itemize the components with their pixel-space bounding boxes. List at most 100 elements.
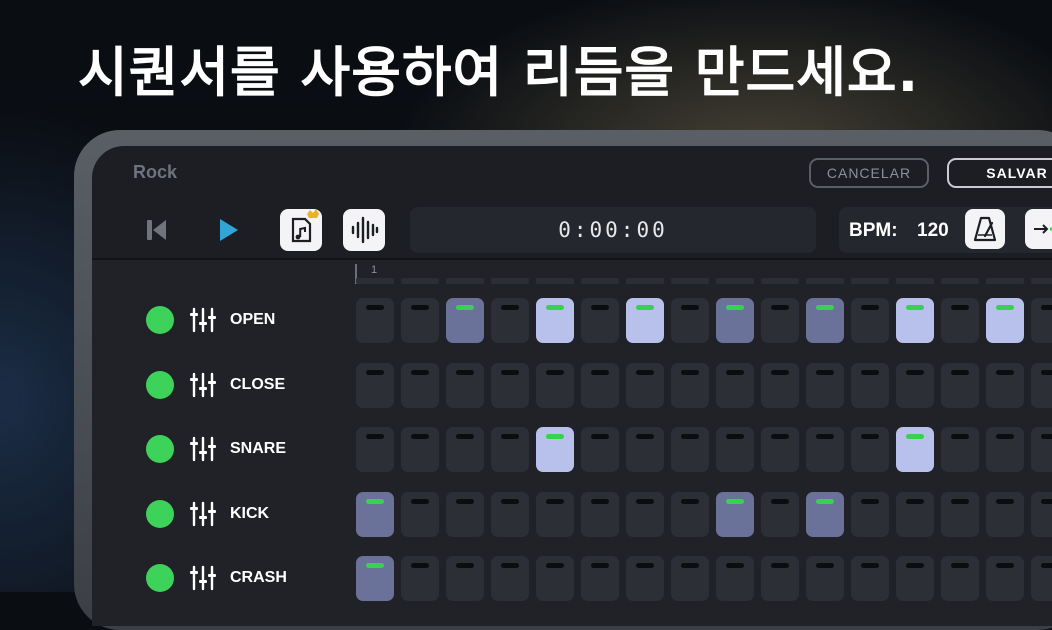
step-pad[interactable]	[806, 298, 844, 343]
track-enable-toggle[interactable]	[146, 499, 174, 528]
step-pad[interactable]	[851, 556, 889, 601]
step-pad[interactable]	[716, 556, 754, 601]
step-pad[interactable]	[851, 298, 889, 343]
step-pad[interactable]	[626, 556, 664, 601]
step-pad[interactable]	[1031, 362, 1052, 408]
step-pad[interactable]	[401, 427, 439, 472]
step-pad[interactable]	[536, 362, 574, 408]
cancel-button[interactable]: CANCELAR	[809, 158, 929, 188]
step-pad[interactable]	[671, 556, 709, 601]
step-pad[interactable]	[851, 427, 889, 472]
step-pad[interactable]	[536, 556, 574, 601]
step-pad[interactable]	[761, 556, 799, 601]
step-pad[interactable]	[761, 427, 799, 472]
step-pad[interactable]	[401, 491, 439, 537]
step-pad[interactable]	[941, 556, 979, 601]
step-pad[interactable]	[716, 362, 754, 408]
step-pad[interactable]	[626, 298, 664, 343]
track-enable-toggle[interactable]	[146, 564, 174, 592]
step-pad[interactable]	[536, 427, 574, 472]
step-pad[interactable]	[986, 298, 1024, 343]
step-pad[interactable]	[1031, 298, 1052, 343]
step-pad[interactable]	[446, 556, 484, 601]
step-pad[interactable]	[896, 298, 934, 343]
play-button[interactable]	[207, 209, 249, 251]
step-pad[interactable]	[491, 556, 529, 601]
step-pad[interactable]	[716, 427, 754, 472]
mixer-icon[interactable]	[190, 372, 216, 398]
bpm-value[interactable]: 120	[917, 220, 949, 242]
step-pad[interactable]	[671, 362, 709, 408]
step-pad[interactable]	[761, 362, 799, 408]
step-pad[interactable]	[941, 298, 979, 343]
step-pad[interactable]	[446, 362, 484, 408]
step-pad[interactable]	[806, 556, 844, 601]
step-pad[interactable]	[851, 491, 889, 537]
step-pad[interactable]	[851, 362, 889, 408]
step-pad[interactable]	[581, 556, 619, 601]
skip-back-button[interactable]	[136, 209, 178, 251]
step-pad[interactable]	[761, 491, 799, 537]
mixer-icon[interactable]	[190, 436, 216, 462]
step-pad[interactable]	[806, 427, 844, 472]
step-pad[interactable]	[536, 298, 574, 343]
mixer-icon[interactable]	[190, 565, 216, 591]
step-pad[interactable]	[401, 362, 439, 408]
step-pad[interactable]	[356, 362, 394, 408]
step-pad[interactable]	[581, 298, 619, 343]
step-pad[interactable]	[986, 427, 1024, 472]
step-pad[interactable]	[1031, 556, 1052, 601]
step-pad[interactable]	[986, 556, 1024, 601]
step-pad[interactable]	[581, 427, 619, 472]
step-pad[interactable]	[896, 362, 934, 408]
step-pad[interactable]	[356, 427, 394, 472]
music-file-button[interactable]	[280, 209, 322, 251]
step-pad[interactable]	[446, 298, 484, 343]
step-pad[interactable]	[1031, 427, 1052, 472]
step-pad[interactable]	[941, 427, 979, 472]
step-pad[interactable]	[716, 298, 754, 343]
step-pad[interactable]	[1031, 491, 1052, 537]
track-enable-toggle[interactable]	[146, 435, 174, 463]
metronome-button[interactable]	[965, 209, 1005, 249]
step-pad[interactable]	[671, 491, 709, 537]
step-pad[interactable]	[536, 491, 574, 537]
mixer-icon[interactable]	[190, 307, 216, 333]
arrow-button[interactable]	[1025, 209, 1052, 249]
step-indicator	[636, 369, 654, 375]
step-pad[interactable]	[581, 362, 619, 408]
step-pad[interactable]	[491, 491, 529, 537]
step-pad[interactable]	[491, 298, 529, 343]
step-pad[interactable]	[401, 556, 439, 601]
step-pad[interactable]	[356, 298, 394, 343]
step-pad[interactable]	[761, 298, 799, 343]
step-pad[interactable]	[626, 491, 664, 537]
step-pad[interactable]	[356, 556, 394, 601]
save-button[interactable]: SALVAR	[947, 158, 1052, 188]
step-pad[interactable]	[806, 362, 844, 408]
step-pad[interactable]	[626, 427, 664, 472]
step-pad[interactable]	[896, 491, 934, 537]
step-pad[interactable]	[941, 491, 979, 537]
step-pad[interactable]	[671, 298, 709, 343]
step-pad[interactable]	[986, 491, 1024, 537]
step-pad[interactable]	[446, 491, 484, 537]
step-pad[interactable]	[716, 491, 754, 537]
step-pad[interactable]	[671, 427, 709, 472]
step-pad[interactable]	[896, 427, 934, 472]
step-pad[interactable]	[986, 362, 1024, 408]
step-pad[interactable]	[491, 427, 529, 472]
track-enable-toggle[interactable]	[146, 306, 174, 334]
step-pad[interactable]	[806, 491, 844, 537]
step-pad[interactable]	[896, 556, 934, 601]
step-pad[interactable]	[626, 362, 664, 408]
step-pad[interactable]	[401, 298, 439, 343]
mixer-icon[interactable]	[190, 501, 216, 527]
step-pad[interactable]	[356, 491, 394, 537]
step-pad[interactable]	[581, 491, 619, 537]
step-pad[interactable]	[446, 427, 484, 472]
track-enable-toggle[interactable]	[146, 370, 174, 399]
step-pad[interactable]	[491, 362, 529, 408]
waveform-button[interactable]	[343, 209, 385, 251]
step-pad[interactable]	[941, 362, 979, 408]
